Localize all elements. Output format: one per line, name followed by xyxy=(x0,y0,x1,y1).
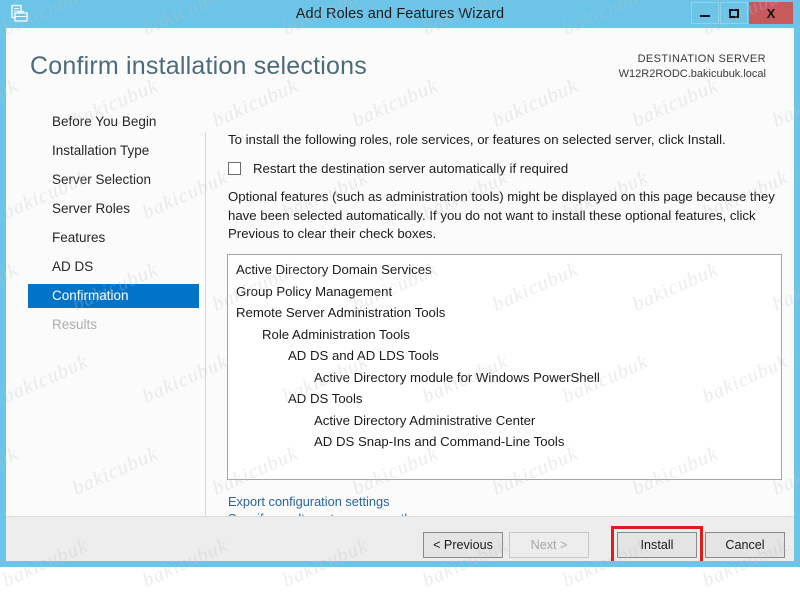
restart-checkbox-label[interactable]: Restart the destination server automatic… xyxy=(253,161,568,176)
sidebar-item-server-selection[interactable]: Server Selection xyxy=(6,168,199,192)
wizard-navigation-sidebar: Before You Begin Installation Type Server … xyxy=(6,110,199,515)
sidebar-item-confirmation[interactable]: Confirmation xyxy=(28,284,199,308)
close-button[interactable]: X xyxy=(749,2,793,24)
restart-checkbox[interactable] xyxy=(228,162,241,175)
sidebar-item-before-you-begin[interactable]: Before You Begin xyxy=(6,110,199,134)
restart-checkbox-row[interactable]: Restart the destination server automatic… xyxy=(228,161,782,176)
install-button[interactable]: Install xyxy=(617,532,697,558)
next-button: Next > xyxy=(509,532,589,558)
sidebar-item-results: Results xyxy=(52,317,98,332)
title-bar: Add Roles and Features Wizard X xyxy=(0,0,800,28)
maximize-button[interactable] xyxy=(720,2,748,24)
window-title: Add Roles and Features Wizard xyxy=(295,6,505,22)
sidebar-item-features[interactable]: Features xyxy=(6,226,199,250)
maximize-icon xyxy=(729,8,739,18)
wizard-client-area: Confirm installation selections DESTINAT… xyxy=(6,28,794,561)
link-export-configuration-settings[interactable]: Export configuration settings xyxy=(228,493,412,510)
page-title: Confirm installation selections xyxy=(30,52,367,80)
sidebar-divider xyxy=(205,132,206,538)
feature-list-item: AD DS and AD LDS Tools xyxy=(288,348,439,363)
destination-server-label: DESTINATION SERVER xyxy=(637,53,766,65)
previous-button[interactable]: < Previous xyxy=(423,532,503,558)
feature-list-item: Remote Server Administration Tools xyxy=(236,305,446,320)
wizard-footer: < Previous Next > Install Cancel xyxy=(6,516,794,561)
intro-text: To install the following roles, role ser… xyxy=(228,132,726,147)
destination-server-block: DESTINATION SERVER W12R2RODC.bakicubuk.l… xyxy=(619,52,766,82)
sidebar-item-ad-ds[interactable]: AD DS xyxy=(6,255,199,279)
sidebar-item-server-roles[interactable]: Server Roles xyxy=(6,197,199,221)
page-header: Confirm installation selections DESTINAT… xyxy=(6,28,794,104)
selected-features-list[interactable]: Active Directory Domain Services Group Po… xyxy=(227,254,782,480)
wizard-window: Add Roles and Features Wizard X Confirm … xyxy=(0,0,800,592)
minimize-button[interactable] xyxy=(691,2,719,24)
feature-list-item: AD DS Tools xyxy=(288,391,363,406)
feature-list-item: Active Directory Administrative Center xyxy=(314,412,536,428)
cancel-button[interactable]: Cancel xyxy=(705,532,785,558)
sidebar-item-installation-type[interactable]: Installation Type xyxy=(6,139,199,163)
feature-list-item: Group Policy Management xyxy=(236,283,393,299)
feature-list-item: Active Directory module for Windows Powe… xyxy=(314,369,600,385)
destination-server-name: W12R2RODC.bakicubuk.local xyxy=(618,68,766,80)
main-content-pane: To install the following roles, role ser… xyxy=(214,132,782,244)
feature-list-item: AD DS Snap-Ins and Command-Line Tools xyxy=(314,434,565,449)
feature-list-item: Active Directory Domain Services xyxy=(236,262,432,277)
optional-features-note: Optional features (such as administratio… xyxy=(228,189,775,241)
feature-list-item: Role Administration Tools xyxy=(262,326,410,342)
minimize-icon xyxy=(700,14,710,17)
